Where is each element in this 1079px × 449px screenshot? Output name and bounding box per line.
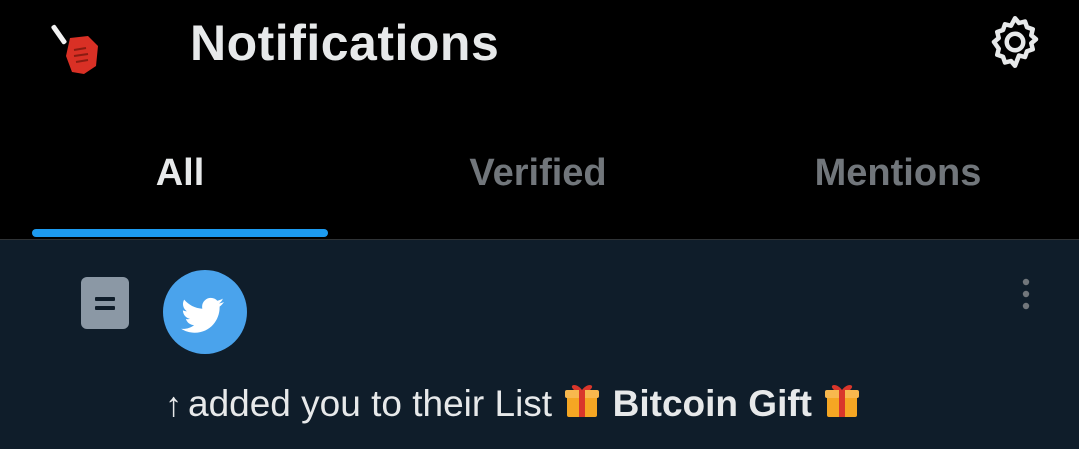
notification-item[interactable]: ↑ added you to their List Bitcoin Gift: [0, 240, 1079, 449]
gift-icon: [825, 385, 860, 417]
tab-verified[interactable]: Verified: [390, 152, 686, 204]
notification-message: added you to their List: [188, 383, 553, 424]
top-header: Notifications All Verified Mentions: [0, 0, 1079, 240]
tab-mentions[interactable]: Mentions: [750, 152, 1046, 204]
twitter-bird-icon: [181, 297, 224, 333]
gift-icon: [565, 385, 600, 417]
gear-icon[interactable]: [985, 12, 1045, 72]
profile-avatar-icon[interactable]: [48, 20, 104, 76]
twitter-avatar[interactable]: [163, 270, 247, 354]
active-tab-indicator: [32, 229, 328, 237]
page-title: Notifications: [190, 15, 500, 71]
prefix-symbol: ↑: [165, 386, 182, 424]
tab-all[interactable]: All: [32, 152, 328, 204]
list-icon: [81, 277, 129, 329]
notification-text: ↑ added you to their List Bitcoin Gift: [165, 380, 862, 425]
list-name[interactable]: Bitcoin Gift: [613, 383, 812, 424]
more-vertical-icon[interactable]: [1012, 274, 1040, 314]
